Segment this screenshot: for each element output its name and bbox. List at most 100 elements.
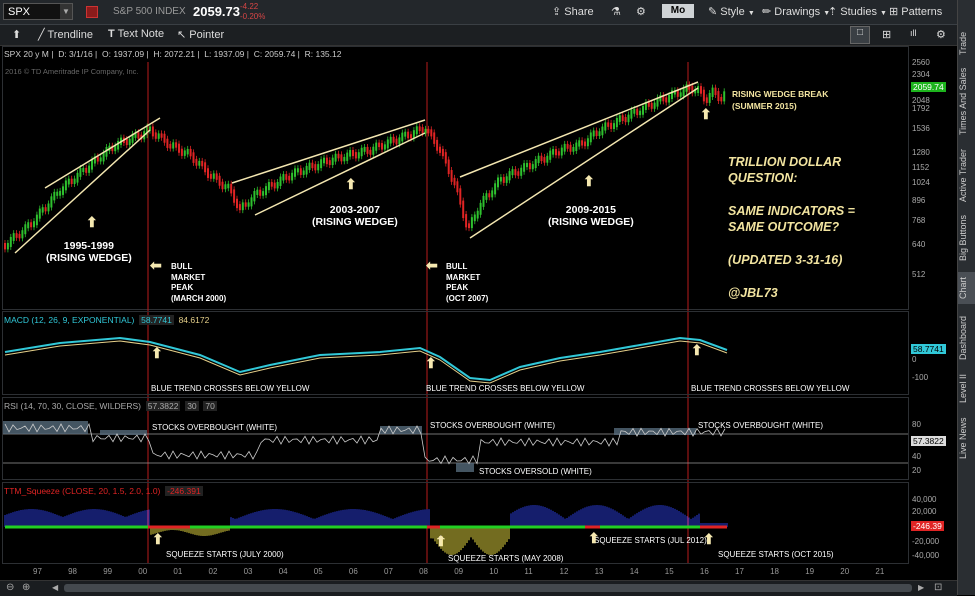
time-tick: 10 <box>489 567 499 576</box>
candle <box>404 131 407 137</box>
candle <box>552 149 555 155</box>
macd-note-1: BLUE TREND CROSSES BELOW YELLOW <box>151 384 310 393</box>
candle <box>441 148 444 157</box>
candle <box>421 127 424 134</box>
candle <box>378 142 381 148</box>
candle <box>195 158 198 166</box>
time-tick: 11 <box>524 567 533 576</box>
candle <box>233 189 236 203</box>
candle <box>259 189 262 196</box>
fit-icon[interactable]: ⊡ <box>934 582 942 593</box>
candle <box>265 186 267 196</box>
candle <box>630 109 633 119</box>
candle <box>720 96 723 102</box>
candle <box>178 143 180 153</box>
candle <box>517 171 520 176</box>
candle <box>209 173 212 179</box>
time-tick: 01 <box>173 567 183 576</box>
macd-badge: 58.7741 <box>911 344 946 354</box>
candle <box>633 108 636 114</box>
candle <box>154 132 157 139</box>
squeeze-note-2: SQUEEZE STARTS (MAY 2008) <box>448 554 564 563</box>
candle <box>418 126 421 132</box>
candle <box>227 183 230 189</box>
up-arrow-icon: ⬆ <box>583 173 595 189</box>
candle <box>270 182 273 187</box>
candle <box>328 160 331 166</box>
candle <box>24 224 27 235</box>
peak-2-label: BULL MARKET PEAK (OCT 2007) <box>446 262 489 303</box>
rsi-overbought-value: 70 <box>203 401 217 411</box>
candle <box>456 181 459 193</box>
candle <box>514 169 517 176</box>
candle <box>485 193 488 200</box>
tab-level-ii[interactable]: Level II <box>958 372 975 404</box>
candle <box>520 167 523 176</box>
candle <box>534 159 537 169</box>
candle <box>470 217 473 229</box>
candle <box>157 133 160 139</box>
candle <box>459 188 462 205</box>
candle <box>273 182 276 189</box>
candle <box>618 115 621 122</box>
horizontal-scrollbar[interactable]: ⊖ ⊕ ◀ ▶ ⊡ <box>0 580 957 596</box>
candle <box>215 173 218 180</box>
candle <box>253 190 256 202</box>
candle <box>288 175 291 181</box>
rsi-overbought-note-1: STOCKS OVERBOUGHT (WHITE) <box>152 423 278 432</box>
squeeze-note-4: SQUEEZE STARTS (OCT 2015) <box>718 550 834 559</box>
tab-active-trader[interactable]: Active Trader <box>958 146 975 204</box>
candle <box>488 193 491 198</box>
scroll-right-icon[interactable]: ▶ <box>918 583 924 592</box>
candle <box>79 168 82 177</box>
wedge-3-label: 2009-2015 (RISING WEDGE) <box>548 204 634 228</box>
tab-big-buttons[interactable]: Big Buttons <box>958 212 975 264</box>
candle <box>314 164 317 171</box>
question-line-4: SAME OUTCOME? <box>728 220 840 234</box>
candle <box>511 169 514 176</box>
tab-dashboard[interactable]: Dashboard <box>958 312 975 364</box>
candle <box>482 195 485 207</box>
candle <box>15 233 18 238</box>
candle <box>279 176 282 186</box>
side-tabs: Trade Times And Sales Active Trader Big … <box>957 0 975 595</box>
rsi-overbought-note-2: STOCKS OVERBOUGHT (WHITE) <box>430 421 556 430</box>
candle <box>433 132 436 144</box>
tab-trade[interactable]: Trade <box>958 28 975 58</box>
candle <box>601 126 604 136</box>
candle <box>372 146 375 155</box>
zoom-in-icon[interactable]: ⊕ <box>22 582 30 593</box>
time-tick: 05 <box>313 567 323 576</box>
candle <box>340 154 343 162</box>
candle <box>717 91 720 101</box>
tab-chart[interactable]: Chart <box>958 272 975 304</box>
scrollbar-thumb[interactable] <box>64 584 912 592</box>
tab-live-news[interactable]: Live News <box>958 412 975 464</box>
scroll-left-icon[interactable]: ◀ <box>52 583 58 592</box>
zoom-out-icon[interactable]: ⊖ <box>6 582 14 593</box>
candle <box>183 150 186 156</box>
candle <box>299 168 302 175</box>
candle <box>549 150 552 160</box>
question-line-5: (UPDATED 3-31-16) <box>728 253 843 267</box>
candle <box>642 105 644 115</box>
candle <box>186 148 189 155</box>
candle <box>192 152 195 163</box>
candle <box>291 172 294 181</box>
ttm-tick: -20,000 <box>912 537 940 546</box>
candle <box>711 87 714 97</box>
candle <box>296 168 299 173</box>
tab-times-and-sales[interactable]: Times And Sales <box>958 64 975 138</box>
up-arrow-icon: ⬆ <box>703 531 715 547</box>
candle <box>308 162 311 170</box>
macd-note-2: BLUE TREND CROSSES BELOW YELLOW <box>426 384 585 393</box>
candle <box>665 97 668 103</box>
candle <box>546 155 549 163</box>
rsi-tick: 40 <box>912 452 921 461</box>
candle <box>584 141 586 147</box>
time-tick: 00 <box>138 567 148 576</box>
candle <box>85 167 88 173</box>
candle <box>331 157 334 166</box>
up-arrow-icon: ⬆ <box>588 530 600 546</box>
candle <box>647 102 650 107</box>
